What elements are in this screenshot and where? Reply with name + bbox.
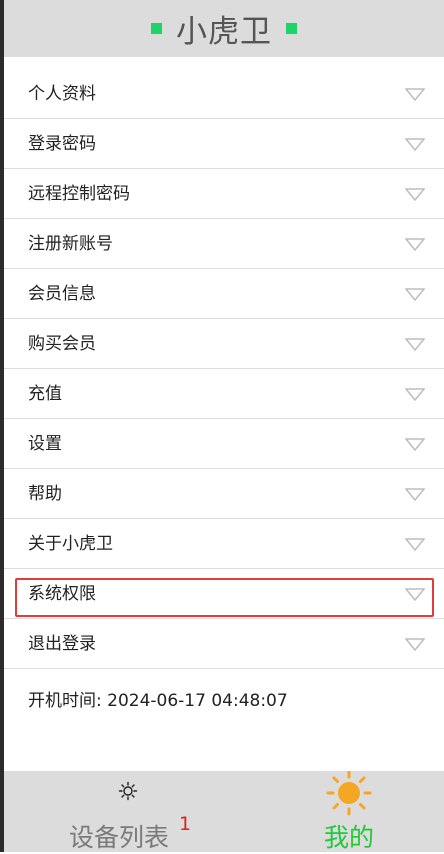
menu-item-member-info[interactable]: 会员信息	[4, 269, 444, 319]
device-count-badge: 1	[179, 813, 192, 835]
menu-item-label: 个人资料	[28, 84, 96, 104]
menu-item-settings[interactable]: 设置	[4, 419, 444, 469]
triangle-down-icon	[405, 438, 425, 451]
title-right-square-icon	[286, 23, 297, 34]
menu-item-help[interactable]: 帮助	[4, 469, 444, 519]
settings-menu: 个人资料 登录密码 远程控制密码 注册新账号 会员信息 购买会员 充值 设置 帮…	[4, 69, 444, 669]
triangle-down-icon	[405, 138, 425, 151]
tab-mine[interactable]: 我的	[254, 771, 444, 852]
menu-item-label: 系统权限	[28, 584, 96, 604]
menu-item-label: 会员信息	[28, 284, 96, 304]
triangle-down-icon	[405, 538, 425, 551]
menu-item-label: 购买会员	[28, 334, 96, 354]
menu-item-label: 退出登录	[28, 634, 96, 654]
gear-icon	[118, 781, 138, 801]
title-left-square-icon	[151, 23, 162, 34]
menu-item-remote-password[interactable]: 远程控制密码	[4, 169, 444, 219]
triangle-down-icon	[405, 188, 425, 201]
menu-item-recharge[interactable]: 充值	[4, 369, 444, 419]
menu-item-label: 充值	[28, 384, 62, 404]
triangle-down-icon	[405, 488, 425, 501]
menu-item-label: 设置	[28, 434, 62, 454]
triangle-down-icon	[405, 638, 425, 651]
menu-item-logout[interactable]: 退出登录	[4, 619, 444, 669]
triangle-down-icon	[405, 588, 425, 601]
menu-item-label: 远程控制密码	[28, 184, 130, 204]
menu-item-system-permissions[interactable]: 系统权限	[4, 569, 444, 619]
menu-item-label: 注册新账号	[28, 234, 113, 254]
triangle-down-icon	[405, 388, 425, 401]
menu-item-label: 登录密码	[28, 134, 96, 154]
triangle-down-icon	[405, 288, 425, 301]
tab-device-list[interactable]: 设备列表 1	[4, 771, 254, 852]
app-header: 小虎卫	[4, 0, 444, 57]
menu-item-buy-membership[interactable]: 购买会员	[4, 319, 444, 369]
menu-item-label: 帮助	[28, 484, 62, 504]
menu-item-profile[interactable]: 个人资料	[4, 69, 444, 119]
triangle-down-icon	[405, 238, 425, 251]
triangle-down-icon	[405, 338, 425, 351]
tab-device-list-label: 设备列表	[69, 823, 170, 852]
menu-item-label: 关于小虎卫	[28, 534, 113, 554]
boot-time-text: 开机时间: 2024-06-17 04:48:07	[28, 691, 288, 711]
sun-icon	[326, 771, 372, 816]
menu-item-login-password[interactable]: 登录密码	[4, 119, 444, 169]
tab-mine-label: 我的	[324, 823, 375, 852]
menu-item-register[interactable]: 注册新账号	[4, 219, 444, 269]
page-title: 小虎卫	[176, 14, 272, 50]
bottom-tab-bar: 设备列表 1 我的	[4, 771, 444, 852]
menu-item-about[interactable]: 关于小虎卫	[4, 519, 444, 569]
triangle-down-icon	[405, 88, 425, 101]
